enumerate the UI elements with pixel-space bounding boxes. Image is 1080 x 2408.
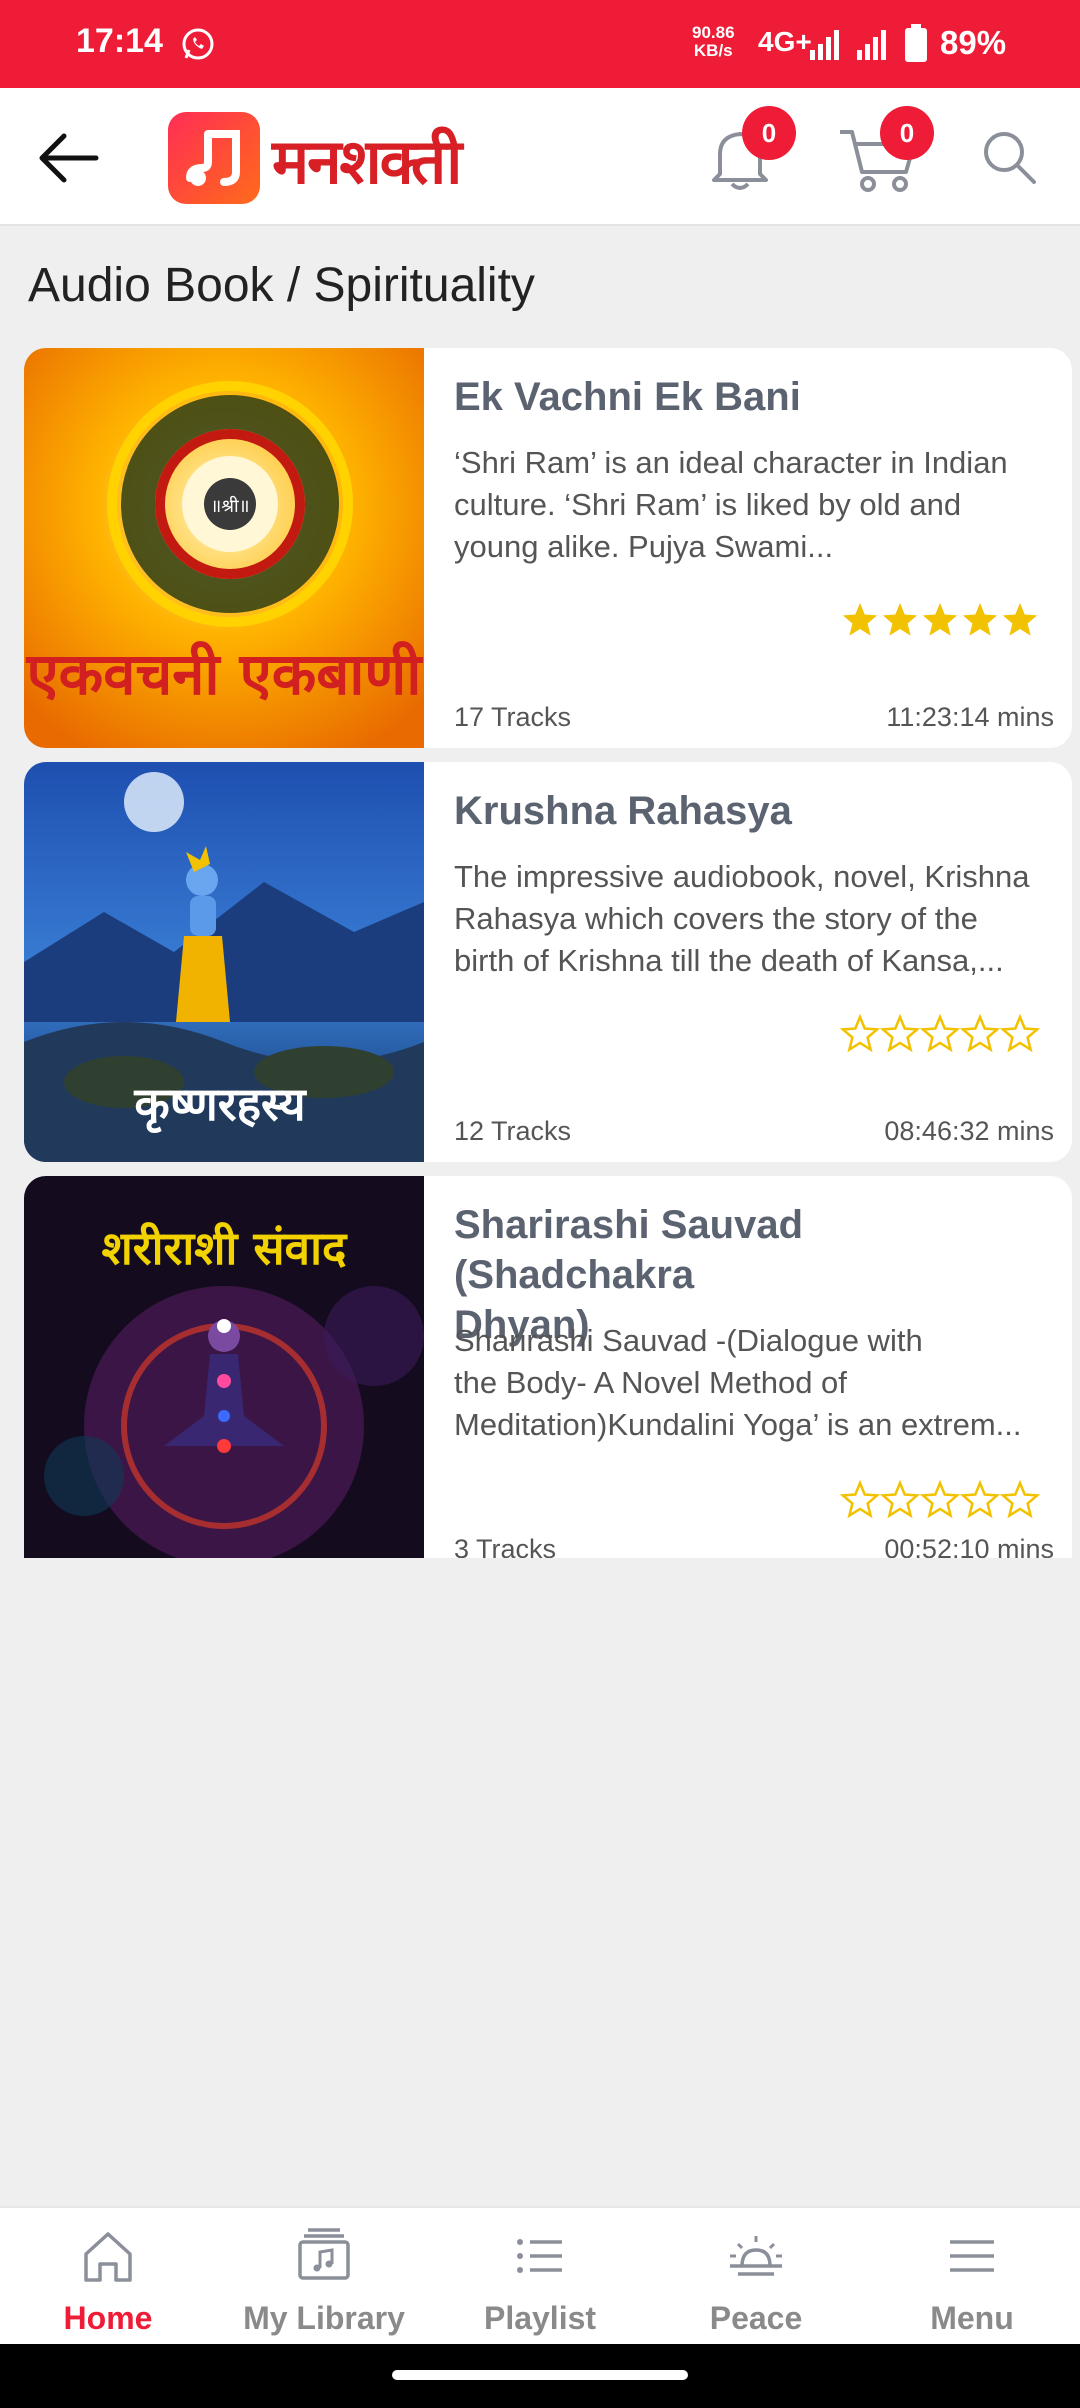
nav-peace[interactable]: Peace <box>648 2208 864 2346</box>
star-icon <box>962 603 998 636</box>
app-logo-text: मनशक्ती <box>272 125 462 198</box>
app-header: मनशक्ती 0 0 <box>0 88 1080 226</box>
nav-label: Home <box>63 2300 153 2336</box>
star-rating <box>840 1014 1040 1053</box>
library-icon <box>298 2228 350 2280</box>
whatsapp-icon <box>182 28 214 60</box>
signal-icon <box>810 30 839 60</box>
star-icon <box>919 1014 961 1053</box>
sunrise-icon <box>730 2236 782 2276</box>
cover-title: शरीराशी संवाद <box>102 1221 349 1275</box>
star-icon <box>999 1014 1040 1053</box>
book-cover-image: शरीराशी संवाद <box>24 1176 424 1558</box>
signal-icon <box>857 30 886 60</box>
bottom-navigation: Home My Library Playlist Peace Menu <box>0 2206 1080 2344</box>
nav-playlist[interactable]: Playlist <box>432 2208 648 2346</box>
home-icon <box>84 2232 132 2282</box>
book-description: The impressive audiobook, novel, Krishna… <box>454 859 1030 978</box>
book-title: Ek Vachni Ek Bani <box>454 375 801 419</box>
book-cover-image: ॥श्री॥ एकवचनी एकबाणी <box>24 348 424 748</box>
audiobook-card[interactable]: कृष्णरहस्य Krushna Rahasya The impressiv… <box>24 762 1072 1162</box>
network-speed: 90.86 KB/s <box>692 23 735 60</box>
track-count: 3 Tracks <box>454 1534 557 1558</box>
notification-count-badge: 0 <box>742 106 796 160</box>
battery-percent: 89% <box>940 24 1007 61</box>
cart-count-badge: 0 <box>880 106 934 160</box>
cover-title: कृष्णरहस्य <box>133 1077 308 1134</box>
battery-icon <box>905 24 927 62</box>
status-time: 17:14 <box>76 22 163 60</box>
star-icon <box>959 1014 1001 1053</box>
star-rating <box>840 1480 1040 1519</box>
audiobook-card[interactable]: शरीराशी संवाद Sharirashi Sauvad (Shadcha… <box>24 1176 1072 1558</box>
star-icon <box>919 1480 961 1519</box>
svg-text:॥श्री॥: ॥श्री॥ <box>211 495 250 517</box>
playlist-icon <box>517 2239 562 2273</box>
duration: 11:23:14 mins <box>886 702 1054 732</box>
card-body: Sharirashi Sauvad (Shadchakra Dhyan) Sha… <box>454 1176 1054 1558</box>
nav-my-library[interactable]: My Library <box>216 2208 432 2346</box>
back-arrow-icon[interactable] <box>34 128 104 188</box>
book-description: Sharirashi Sauvad -(Dialogue with the Bo… <box>454 1323 1022 1442</box>
card-body: Krushna Rahasya The impressive audiobook… <box>454 762 1054 1162</box>
nav-label: Playlist <box>483 2300 597 2336</box>
nav-label: Menu <box>930 2300 1014 2336</box>
book-description: ‘Shri Ram’ is an ideal character in Indi… <box>454 445 1008 564</box>
nav-home[interactable]: Home <box>0 2208 216 2346</box>
nav-label: Peace <box>709 2300 803 2336</box>
star-icon <box>882 603 918 636</box>
cover-title: एकवचनी एकबाणी <box>26 640 424 708</box>
star-icon <box>922 603 958 636</box>
star-icon <box>959 1480 1001 1519</box>
track-count: 17 Tracks <box>454 702 572 732</box>
duration: 08:46:32 mins <box>884 1116 1054 1146</box>
book-cover-image: कृष्णरहस्य <box>24 762 424 1162</box>
star-icon <box>879 1480 921 1519</box>
page-title: Audio Book / Spirituality <box>28 259 535 312</box>
home-gesture-handle[interactable] <box>392 2370 688 2380</box>
nav-menu[interactable]: Menu <box>864 2208 1080 2346</box>
search-icon[interactable] <box>978 126 1040 188</box>
star-icon <box>840 1480 881 1519</box>
app-logo-icon <box>168 112 260 204</box>
audiobook-card[interactable]: ॥श्री॥ एकवचनी एकबाणी Ek Vachni Ek Bani ‘… <box>24 348 1072 748</box>
network-type: 4G+ <box>758 26 812 57</box>
status-bar: 17:14 90.86 KB/s 4G+ 89% <box>0 0 1080 88</box>
card-body: Ek Vachni Ek Bani ‘Shri Ram’ is an ideal… <box>454 348 1054 748</box>
track-count: 12 Tracks <box>454 1116 572 1146</box>
star-rating <box>842 603 1038 636</box>
star-icon <box>1002 603 1038 636</box>
system-navigation-bar <box>0 2344 1080 2408</box>
duration: 00:52:10 mins <box>884 1534 1054 1558</box>
menu-icon <box>950 2240 994 2272</box>
book-title: Krushna Rahasya <box>454 789 792 833</box>
nav-label: My Library <box>243 2300 405 2336</box>
star-icon <box>999 1480 1040 1519</box>
star-icon <box>840 1014 881 1053</box>
star-icon <box>879 1014 921 1053</box>
star-icon <box>842 603 878 636</box>
music-note-icon <box>186 130 240 186</box>
